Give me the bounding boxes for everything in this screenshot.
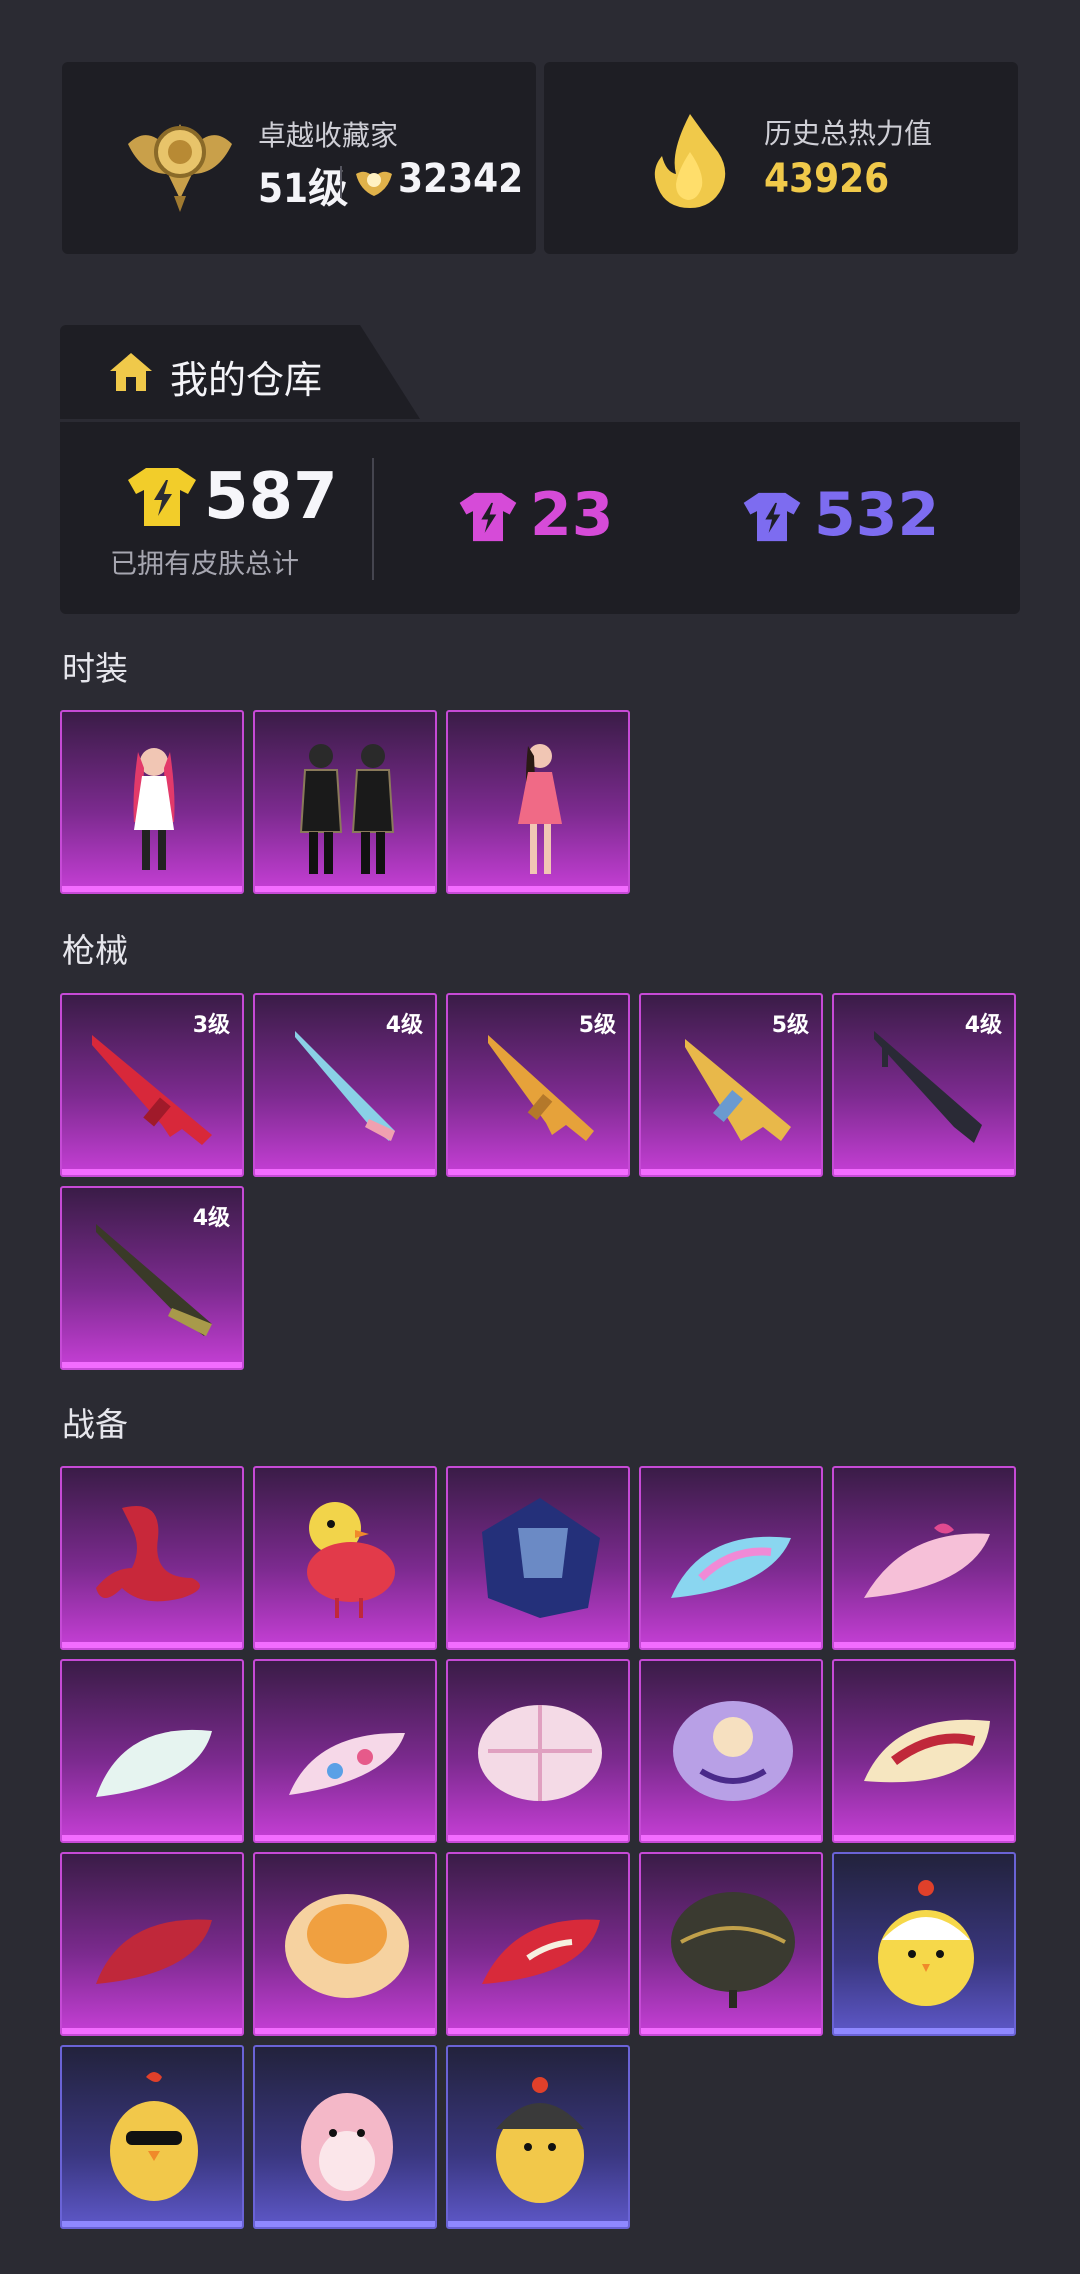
blue-crate-icon — [482, 1498, 600, 1618]
gun-item[interactable]: 4级 — [253, 993, 437, 1177]
gear-item[interactable] — [253, 1659, 437, 1843]
purple-skin-count: 23 — [530, 480, 614, 550]
gear-item[interactable] — [60, 1466, 244, 1650]
yellow-shirt-icon — [128, 468, 196, 526]
rifle-icon — [295, 1031, 395, 1141]
glider-icon — [96, 1919, 212, 1984]
heat-value: 43926 — [764, 156, 890, 202]
warehouse-tab[interactable]: 我的仓库 — [60, 325, 420, 419]
bird-pendant-icon — [307, 1502, 395, 1618]
rifle-icon — [488, 1035, 594, 1141]
glider-icon — [864, 1719, 990, 1783]
rifle-icon — [874, 1031, 982, 1143]
blue-skin-count: 532 — [814, 480, 940, 550]
gear-item[interactable] — [446, 1466, 630, 1650]
flame-icon — [654, 114, 726, 208]
parachute-icon — [671, 1892, 795, 2008]
gun-item[interactable]: 4级 — [832, 993, 1016, 1177]
total-skin-label: 已拥有皮肤总计 — [110, 549, 299, 580]
outfit-figure-icon — [133, 748, 175, 870]
chick-pendant-icon — [110, 2072, 198, 2201]
gear-item[interactable] — [832, 1466, 1016, 1650]
fashion-item[interactable] — [253, 710, 437, 894]
divider — [340, 166, 342, 198]
warehouse-title: 我的仓库 — [170, 358, 323, 402]
divider — [372, 458, 374, 580]
gun-item[interactable]: 5级 — [446, 993, 630, 1177]
home-icon — [110, 353, 152, 391]
gear-item[interactable] — [832, 1852, 1016, 2036]
gear-item[interactable] — [832, 1659, 1016, 1843]
collector-points: 32342 — [398, 156, 524, 202]
gun-item[interactable]: 3级 — [60, 993, 244, 1177]
section-title-gear: 战备 — [62, 1405, 128, 1444]
gear-item[interactable] — [446, 2045, 630, 2229]
purple-shirt-icon — [459, 492, 517, 542]
glider-icon — [482, 1919, 600, 1984]
gear-item[interactable] — [60, 1659, 244, 1843]
collector-badge-icon — [128, 124, 232, 212]
helmet-chick-pendant-icon — [496, 2077, 584, 2203]
rifle-icon — [685, 1039, 791, 1141]
glider-icon — [671, 1536, 791, 1598]
fashion-item[interactable] — [446, 710, 630, 894]
gear-item[interactable] — [446, 1659, 630, 1843]
collector-level: 51级 — [258, 166, 349, 212]
gear-item[interactable] — [639, 1659, 823, 1843]
total-skin-count: 587 — [204, 460, 338, 534]
heat-card[interactable]: 历史总热力值 43926 — [544, 62, 1018, 254]
rifle-icon — [96, 1224, 212, 1336]
points-shield-icon — [356, 171, 392, 196]
gear-item[interactable] — [446, 1852, 630, 2036]
gear-item[interactable] — [60, 1852, 244, 2036]
parachute-icon — [673, 1701, 793, 1801]
parachute-icon — [285, 1894, 409, 1998]
chick-pendant-icon — [878, 1880, 974, 2006]
gun-item[interactable]: 4级 — [60, 1186, 244, 1370]
collector-title: 卓越收藏家 — [258, 119, 399, 152]
gear-item[interactable] — [639, 1852, 823, 2036]
outfit-figure-icon — [518, 744, 562, 874]
pink-bird-pendant-icon — [301, 2093, 393, 2201]
warehouse-stats-panel: 587 已拥有皮肤总计 23 532 — [60, 422, 1020, 614]
gear-item[interactable] — [60, 2045, 244, 2229]
section-title-fashion: 时装 — [62, 649, 128, 688]
gear-item[interactable] — [253, 1466, 437, 1650]
heat-label: 历史总热力值 — [764, 117, 933, 150]
dragon-pendant-icon — [96, 1506, 200, 1602]
gun-item[interactable]: 5级 — [639, 993, 823, 1177]
glider-icon — [289, 1732, 405, 1795]
gear-item[interactable] — [639, 1466, 823, 1650]
section-title-guns: 枪械 — [62, 931, 128, 970]
glider-icon — [864, 1523, 990, 1598]
fashion-item[interactable] — [60, 710, 244, 894]
gear-item[interactable] — [253, 2045, 437, 2229]
rifle-icon — [92, 1035, 212, 1145]
parachute-icon — [478, 1705, 602, 1801]
gear-item[interactable] — [253, 1852, 437, 2036]
blue-shirt-icon — [743, 492, 801, 542]
collector-card[interactable]: 卓越收藏家 51级 32342 — [62, 62, 536, 254]
outfit-pair-icon — [299, 744, 395, 874]
glider-icon — [96, 1729, 212, 1797]
